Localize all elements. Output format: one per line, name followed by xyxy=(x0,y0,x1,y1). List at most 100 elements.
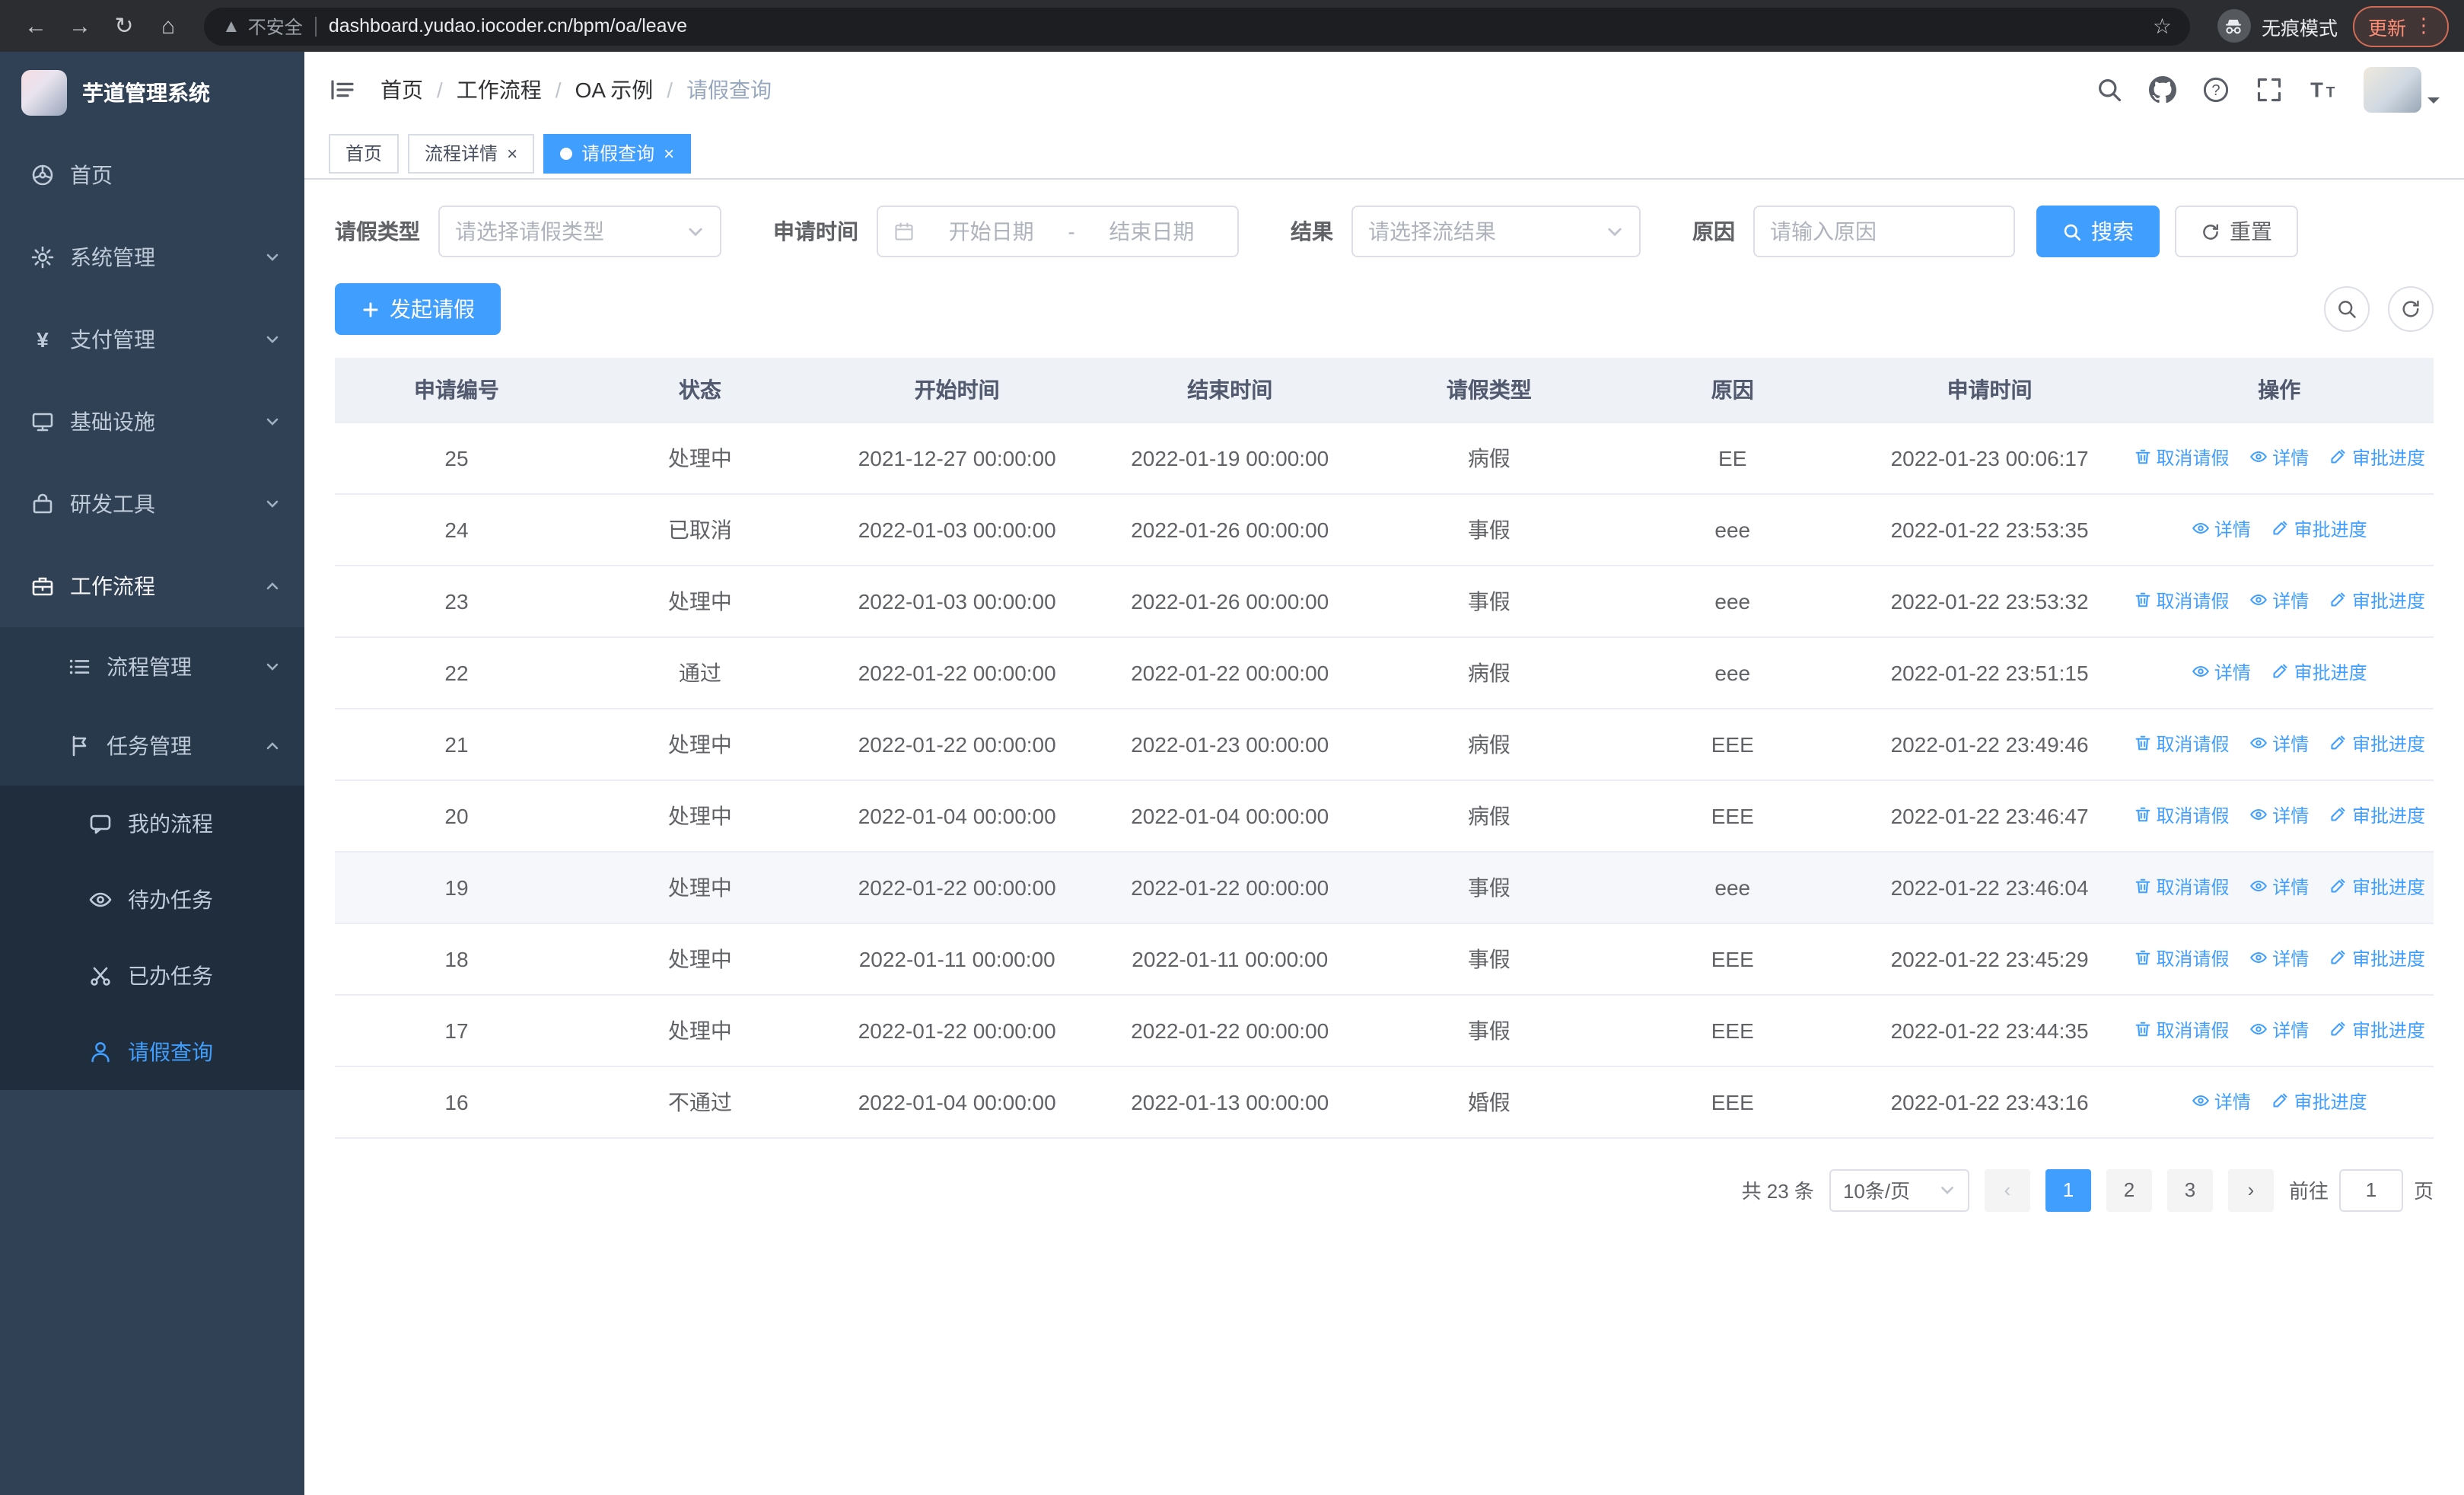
cell-applied: 2022-01-22 23:46:47 xyxy=(1854,779,2125,852)
reset-button[interactable]: 重置 xyxy=(2175,206,2298,257)
toolbox-icon xyxy=(33,493,53,514)
detail-link[interactable]: 详情 xyxy=(2192,659,2251,685)
sidebar-item-todo-tasks[interactable]: 待办任务 xyxy=(0,862,304,938)
sidebar-item-system[interactable]: 系统管理 xyxy=(0,216,304,298)
next-page-button[interactable]: › xyxy=(2227,1168,2274,1211)
address-bar[interactable]: ▲ 不安全 dashboard.yudao.iocoder.cn/bpm/oa/… xyxy=(204,7,2190,45)
cancel-leave-link[interactable]: 取消请假 xyxy=(2134,874,2230,900)
tab-process-detail[interactable]: 流程详情 × xyxy=(408,133,535,173)
breadcrumb-home[interactable]: 首页 xyxy=(380,75,423,105)
approval-progress-link[interactable]: 审批进度 xyxy=(2271,659,2367,685)
sidebar-item-leave-query[interactable]: 请假查询 xyxy=(0,1014,304,1090)
bookmark-star-icon[interactable]: ☆ xyxy=(2153,13,2172,39)
detail-link[interactable]: 详情 xyxy=(2249,1017,2309,1043)
table-row: 24 已取消 2022-01-03 00:00:00 2022-01-26 00… xyxy=(335,493,2434,566)
detail-link[interactable]: 详情 xyxy=(2192,516,2251,542)
tab-leave-query[interactable]: 请假查询 × xyxy=(543,133,692,173)
reason-input[interactable] xyxy=(1770,219,1998,244)
toggle-search-icon[interactable] xyxy=(2324,286,2370,332)
approval-progress-link[interactable]: 审批进度 xyxy=(2329,445,2425,470)
sidebar-item-label: 我的流程 xyxy=(128,811,213,836)
cell-type: 事假 xyxy=(1367,994,1611,1066)
detail-link[interactable]: 详情 xyxy=(2249,802,2309,828)
cancel-leave-label: 取消请假 xyxy=(2156,733,2230,755)
sidebar-item-payment[interactable]: ¥ 支付管理 xyxy=(0,298,304,381)
create-leave-button[interactable]: 发起请假 xyxy=(335,283,501,335)
cancel-leave-link[interactable]: 取消请假 xyxy=(2134,731,2230,757)
search-icon[interactable] xyxy=(2096,76,2123,104)
detail-link[interactable]: 详情 xyxy=(2192,1089,2251,1114)
result-select[interactable]: 请选择流结果 xyxy=(1351,206,1641,257)
tab-home[interactable]: 首页 xyxy=(329,133,400,173)
goto-page-input[interactable] xyxy=(2338,1168,2403,1211)
home-nav-icon[interactable]: ⌂ xyxy=(148,5,189,46)
cancel-leave-link[interactable]: 取消请假 xyxy=(2134,1017,2230,1043)
approval-progress-link[interactable]: 审批进度 xyxy=(2329,945,2425,971)
detail-link[interactable]: 详情 xyxy=(2249,588,2309,614)
detail-label: 详情 xyxy=(2272,1019,2310,1041)
date-range-picker[interactable]: 开始日期 - 结束日期 xyxy=(877,206,1239,257)
approval-progress-link[interactable]: 审批进度 xyxy=(2329,731,2425,757)
prev-page-button[interactable]: ‹ xyxy=(1984,1168,2030,1211)
sidebar-item-done-tasks[interactable]: 已办任务 xyxy=(0,938,304,1014)
browser-menu-icon[interactable]: ⋮ xyxy=(2414,14,2434,38)
sidebar-item-label: 工作流程 xyxy=(70,574,155,598)
sidebar-item-home[interactable]: 首页 xyxy=(0,134,304,216)
cancel-leave-link[interactable]: 取消请假 xyxy=(2134,945,2230,971)
refresh-table-icon[interactable] xyxy=(2388,286,2434,332)
approval-progress-label: 审批进度 xyxy=(2294,518,2367,540)
cell-start: 2022-01-22 00:00:00 xyxy=(821,994,1093,1066)
page-button-1[interactable]: 1 xyxy=(2045,1168,2091,1211)
sidebar-item-dev-tools[interactable]: 研发工具 xyxy=(0,463,304,545)
help-icon[interactable]: ? xyxy=(2202,76,2230,104)
cancel-leave-link[interactable]: 取消请假 xyxy=(2134,802,2230,828)
breadcrumb-workflow[interactable]: 工作流程 xyxy=(457,75,542,105)
tab-label: 首页 xyxy=(345,143,383,164)
approval-progress-label: 审批进度 xyxy=(2294,1091,2367,1113)
approval-progress-link[interactable]: 审批进度 xyxy=(2329,874,2425,900)
cell-reason: EEE xyxy=(1610,923,1854,995)
page-button-3[interactable]: 3 xyxy=(2166,1168,2213,1211)
fullscreen-icon[interactable] xyxy=(2255,76,2283,104)
approval-progress-link[interactable]: 审批进度 xyxy=(2329,802,2425,828)
detail-link[interactable]: 详情 xyxy=(2249,945,2309,971)
update-button[interactable]: 更新 ⋮ xyxy=(2352,5,2449,46)
cell-end: 2022-01-26 00:00:00 xyxy=(1092,493,1367,566)
cancel-leave-label: 取消请假 xyxy=(2156,1019,2230,1041)
sidebar-item-process-management[interactable]: 流程管理 xyxy=(0,627,304,706)
user-menu[interactable] xyxy=(2364,67,2440,113)
table-header-row: 申请编号 状态 开始时间 结束时间 请假类型 原因 申请时间 操作 xyxy=(335,358,2434,422)
close-icon[interactable]: × xyxy=(664,144,674,162)
approval-progress-link[interactable]: 审批进度 xyxy=(2329,588,2425,614)
detail-link[interactable]: 详情 xyxy=(2249,731,2309,757)
github-icon[interactable] xyxy=(2149,76,2176,104)
approval-progress-link[interactable]: 审批进度 xyxy=(2271,516,2367,542)
sidebar-item-workflow[interactable]: 工作流程 xyxy=(0,545,304,627)
detail-link[interactable]: 详情 xyxy=(2249,445,2309,470)
reload-icon[interactable]: ↻ xyxy=(103,5,145,46)
tags-view-bar: 首页 流程详情 × 请假查询 × xyxy=(304,128,2464,180)
cell-status: 处理中 xyxy=(578,923,822,995)
close-icon[interactable]: × xyxy=(507,144,517,162)
forward-icon[interactable]: → xyxy=(59,5,100,46)
detail-link[interactable]: 详情 xyxy=(2249,874,2309,900)
leave-type-select[interactable]: 请选择请假类型 xyxy=(438,206,721,257)
sidebar-item-infrastructure[interactable]: 基础设施 xyxy=(0,381,304,463)
page-size-select[interactable]: 10条/页 xyxy=(1829,1168,1969,1211)
search-button[interactable]: 搜索 xyxy=(2036,206,2160,257)
collapse-sidebar-icon[interactable] xyxy=(329,76,356,104)
sidebar-item-my-processes[interactable]: 我的流程 xyxy=(0,786,304,862)
user-icon xyxy=(91,1042,110,1063)
security-indicator[interactable]: ▲ 不安全 xyxy=(222,13,303,39)
edit-icon xyxy=(2332,592,2346,607)
sidebar-item-task-management[interactable]: 任务管理 xyxy=(0,706,304,786)
approval-progress-link[interactable]: 审批进度 xyxy=(2271,1089,2367,1114)
breadcrumb-oa-example[interactable]: OA 示例 xyxy=(575,75,654,105)
app-logo[interactable]: 芋道管理系统 xyxy=(0,52,304,134)
back-icon[interactable]: ← xyxy=(15,5,56,46)
font-size-icon[interactable]: TT xyxy=(2309,76,2338,104)
cancel-leave-link[interactable]: 取消请假 xyxy=(2134,445,2230,470)
page-button-2[interactable]: 2 xyxy=(2106,1168,2152,1211)
approval-progress-link[interactable]: 审批进度 xyxy=(2329,1017,2425,1043)
cancel-leave-link[interactable]: 取消请假 xyxy=(2134,588,2230,614)
